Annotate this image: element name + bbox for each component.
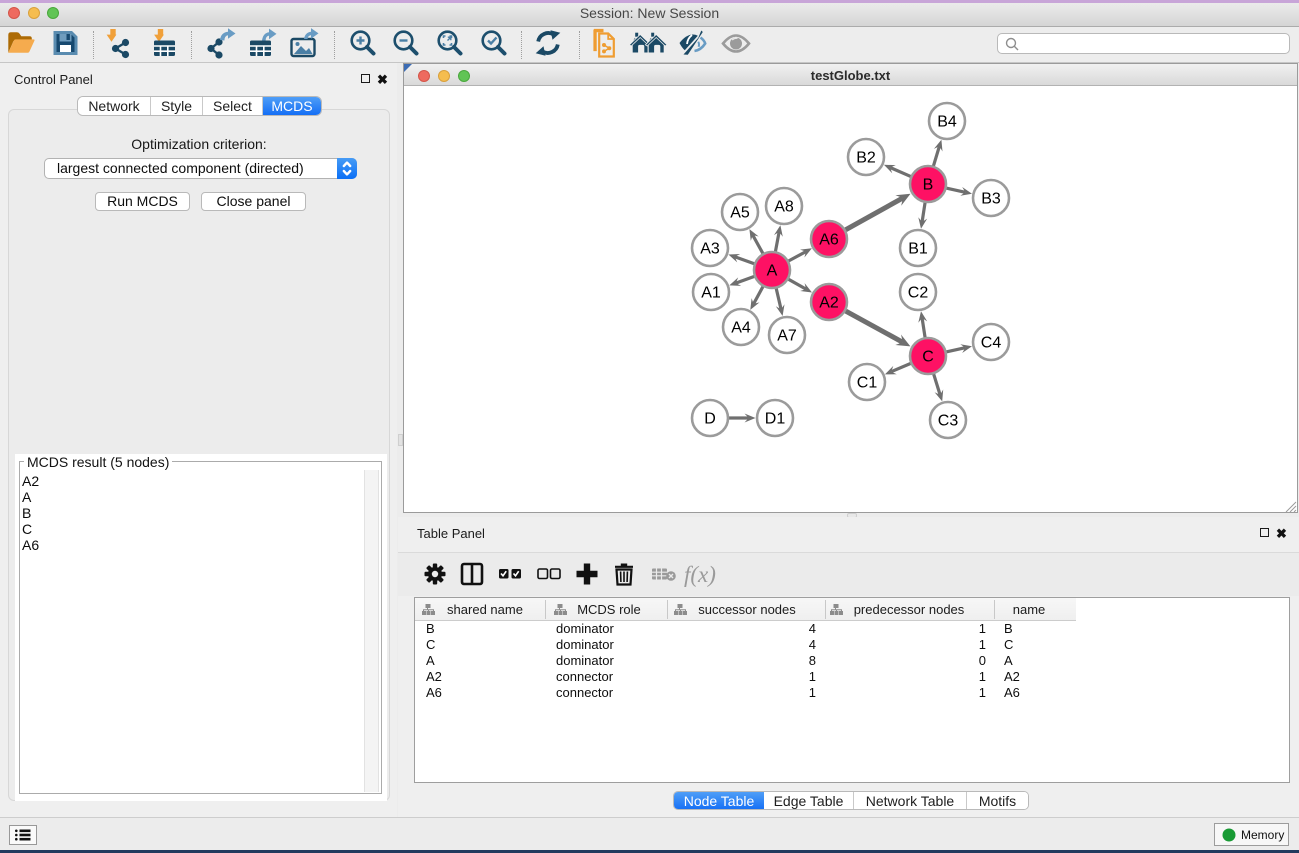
svg-text:A8: A8 [774, 199, 794, 216]
svg-text:A: A [767, 263, 778, 280]
svg-text:f(x): f(x) [684, 562, 716, 587]
svg-text:B2: B2 [856, 150, 876, 167]
svg-text:B3: B3 [981, 191, 1001, 208]
svg-text:C3: C3 [938, 413, 959, 430]
svg-text:D: D [704, 411, 716, 428]
svg-text:C2: C2 [908, 285, 929, 302]
svg-text:A2: A2 [819, 295, 839, 312]
svg-text:A1: A1 [701, 285, 721, 302]
svg-text:C: C [922, 349, 934, 366]
svg-text:A7: A7 [777, 328, 797, 345]
svg-text:B1: B1 [908, 241, 928, 258]
svg-text:A3: A3 [700, 241, 720, 258]
svg-text:B: B [923, 177, 934, 194]
svg-text:B4: B4 [937, 114, 957, 131]
svg-text:D1: D1 [765, 411, 786, 428]
svg-text:C4: C4 [981, 335, 1002, 352]
svg-text:C1: C1 [857, 375, 878, 392]
svg-text:A5: A5 [730, 205, 750, 222]
svg-text:A6: A6 [819, 232, 839, 249]
svg-text:A4: A4 [731, 320, 751, 337]
